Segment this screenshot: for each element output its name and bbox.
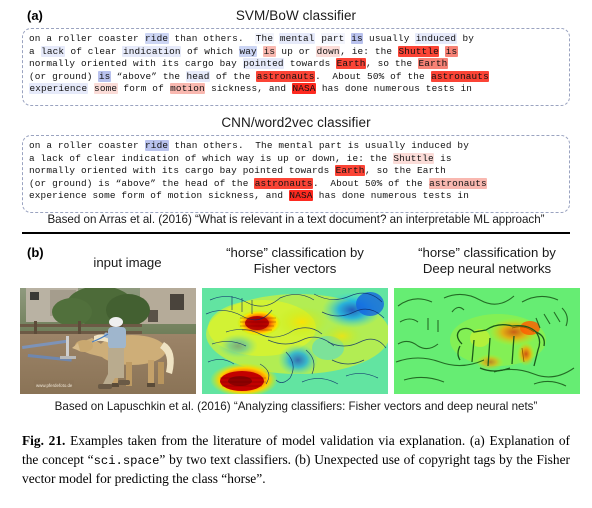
svm-word: a — [29, 45, 41, 57]
svm-word — [345, 33, 351, 44]
svm-word: of which — [181, 45, 239, 57]
svm-line: normally oriented with its cargo bay poi… — [29, 58, 563, 71]
svm-word: on a roller coaster — [29, 33, 145, 44]
cnn-word: normally oriented with its cargo bay poi… — [29, 165, 336, 177]
cnn-line: (or ground) is “above” the head of the a… — [29, 177, 563, 191]
svm-highlighted-word: is — [98, 70, 111, 82]
cnn-highlighted-word: astronauts — [254, 177, 314, 189]
svm-highlighted-word: is — [445, 45, 458, 57]
svm-highlighted-word: The — [255, 33, 274, 44]
svm-highlighted-word: is — [350, 33, 364, 44]
figure-caption: Fig. 21. Examples taken from the literat… — [22, 432, 570, 489]
cnn-highlighted-word: Earth — [335, 165, 366, 177]
cnn-highlighted-word: astronauts — [428, 177, 488, 189]
svm-word — [88, 83, 94, 94]
column-header-input-image: input image — [93, 255, 162, 270]
svm-word: usually — [363, 33, 416, 44]
panel-b-citation: Based on Lapuschkin et al. (2016) “Analy… — [54, 400, 538, 413]
svm-highlighted-word: indication — [122, 45, 182, 57]
svm-word: (or ground) — [29, 70, 99, 82]
svm-highlighted-word: pointed — [242, 58, 285, 70]
svm-word: has done numerous tests in — [316, 83, 472, 95]
svm-highlighted-word: astronauts — [256, 70, 316, 82]
cnn-word: (or ground) is “above” the head of the — [29, 177, 255, 189]
svm-word: of clear — [64, 45, 123, 57]
svm-line: (or ground) is “above” the head of the a… — [29, 70, 563, 84]
svm-word: normally oriented with its cargo bay — [29, 58, 243, 70]
svm-highlighted-word: down — [316, 45, 341, 57]
panel-a: (a) SVM/BoW classifier on a roller coast… — [0, 0, 592, 228]
svm-line: experience some form of motion sickness,… — [29, 83, 563, 96]
cnn-highlighted-word: Shuttle — [392, 152, 435, 164]
cnn-word: , so the Earth — [365, 165, 446, 177]
svm-highlighted-word: way — [238, 45, 258, 57]
svm-classifier-title: SVM/BoW classifier — [235, 8, 357, 23]
column-header-fisher-vectors: “horse” classification by Fisher vectors — [226, 245, 364, 276]
cnn-word: experience some form of motion sickness,… — [29, 190, 289, 202]
svm-highlighted-word: Earth — [418, 58, 448, 70]
svm-line: a lack of clear indication of which way … — [29, 45, 563, 59]
svm-highlighted-word: Shuttle — [397, 45, 440, 57]
svm-word: towards — [284, 58, 337, 70]
svg-text:www.pferdefoto.de: www.pferdefoto.de — [36, 383, 73, 388]
cnn-word: a lack of clear indication of which way … — [29, 152, 393, 164]
svm-highlighted-word: NASA — [291, 83, 317, 95]
input-image: www.pferdefoto.de — [20, 288, 196, 394]
fisher-heatmap — [202, 288, 388, 394]
cnn-highlighted-word: NASA — [288, 190, 314, 202]
svm-highlighted-word: experience — [29, 83, 88, 95]
panel-b-label: (b) — [27, 245, 44, 260]
svm-highlighted-word: head — [185, 70, 211, 82]
svm-word: form of — [117, 83, 170, 95]
svm-word: of the — [210, 70, 257, 82]
figure-21: (a) SVM/BoW classifier on a roller coast… — [0, 0, 592, 508]
svm-highlighted-word: Earth — [336, 58, 367, 70]
svm-highlighted-word: lack — [40, 45, 65, 57]
caption-label: Fig. 21. — [22, 433, 66, 448]
svm-word: up or — [275, 45, 317, 57]
cnn-line: experience some form of motion sickness,… — [29, 190, 563, 203]
svm-word: by — [456, 33, 475, 44]
svm-text-block: on a roller coaster ride than others. Th… — [22, 28, 570, 106]
caption-concept-name: sci.space — [93, 453, 160, 468]
svm-word: “above” the — [110, 70, 186, 82]
svm-highlighted-word: astronauts — [430, 70, 490, 82]
svm-word — [315, 33, 321, 44]
cnn-word: has done numerous tests in — [313, 190, 469, 202]
svm-word: sickness, and — [205, 83, 292, 95]
cnn-highlighted-word: ride — [144, 140, 169, 151]
svm-word: . About 50% of the — [315, 70, 431, 82]
svm-highlighted-word: induced — [415, 33, 457, 44]
cnn-classifier-title: CNN/word2vec classifier — [221, 115, 371, 130]
cnn-line: a lack of clear indication of which way … — [29, 152, 563, 166]
cnn-word: . About 50% of the — [313, 177, 429, 189]
panel-a-citation: Based on Arras et al. (2016) “What is re… — [47, 213, 545, 226]
svm-word: , ie: the — [340, 45, 398, 57]
svm-word: than others. — [168, 33, 256, 44]
svm-highlighted-word: some — [93, 83, 118, 95]
svm-highlighted-word: mental — [279, 33, 316, 44]
svm-highlighted-word: part — [320, 33, 345, 44]
svm-line: on a roller coaster ride than others. Th… — [29, 33, 563, 46]
cnn-text-block: on a roller coaster ride than others. Th… — [22, 135, 570, 213]
cnn-word: than others. The mental part is usually … — [168, 140, 469, 151]
cnn-line: normally oriented with its cargo bay poi… — [29, 165, 563, 178]
cnn-line: on a roller coaster ride than others. Th… — [29, 140, 563, 153]
cnn-word: is — [434, 152, 452, 164]
dnn-heatmap — [394, 288, 580, 394]
column-header-deep-neural-networks: “horse” classification by Deep neural net… — [418, 245, 556, 276]
svm-highlighted-word: ride — [144, 33, 169, 44]
svm-word: , so the — [366, 58, 419, 70]
cnn-word: on a roller coaster — [29, 140, 145, 151]
svm-highlighted-word: motion — [169, 83, 206, 95]
svm-highlighted-word: is — [263, 45, 276, 57]
